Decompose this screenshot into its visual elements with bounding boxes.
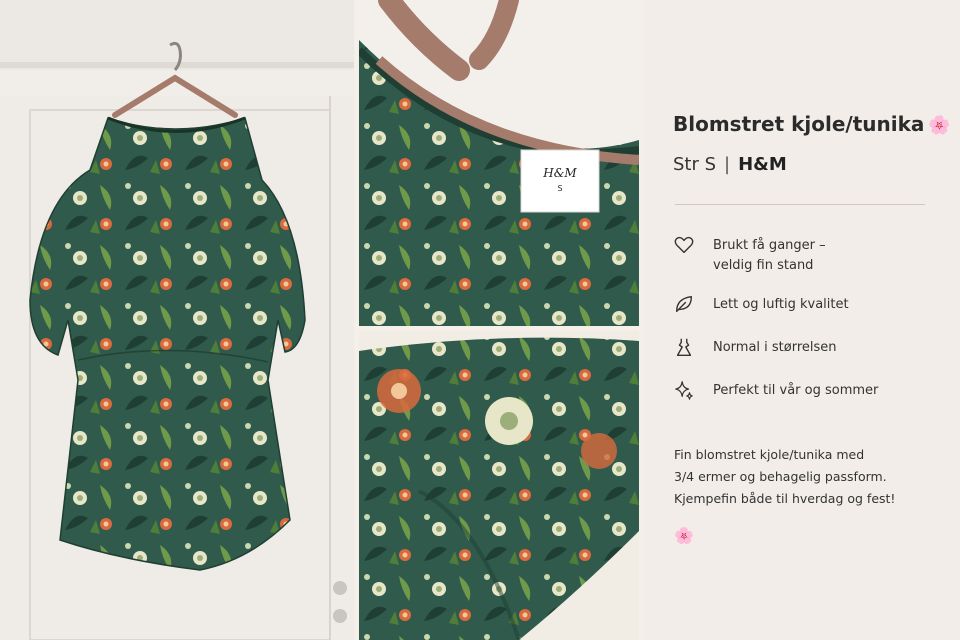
feature-condition: Brukt få ganger – veldig fin stand — [673, 236, 826, 276]
sleeve-closeup-photo — [359, 331, 639, 640]
feature-text: Perfekt til vår og sommer — [713, 383, 879, 398]
heart-icon — [674, 236, 694, 254]
label-brand: H&M — [543, 166, 577, 180]
feature-text: Brukt få ganger – veldig fin stand — [713, 238, 826, 273]
listing-title: Blomstret kjole/tunika 🌸 — [673, 112, 951, 136]
feature-season: Perfekt til vår og sommer — [673, 381, 878, 401]
description: Fin blomstret kjole/tunika med 3/4 ermer… — [674, 447, 896, 506]
feature-fit: Normal i størrelsen — [673, 338, 837, 358]
flower-emoji-icon: 🌸 — [928, 115, 951, 136]
listing-collage: H&M S Blomstret kjole/tunika 🌸 Str S | H&M … — [0, 0, 960, 640]
feature-text: Normal i størrelsen — [713, 340, 837, 355]
feature-quality: Lett og luftig kvalitet — [673, 295, 849, 315]
listing-info-panel: Blomstret kjole/tunika 🌸 Str S | H&M Brukt … — [644, 0, 960, 640]
leaf-icon — [675, 295, 693, 313]
size-text: Str S — [673, 154, 717, 175]
divider — [675, 204, 925, 205]
sparkle-icon — [675, 381, 693, 400]
separator: | — [724, 154, 731, 175]
label-size: S — [557, 184, 563, 193]
size-brand-line: Str S | H&M — [673, 154, 787, 175]
brand-text: H&M — [738, 154, 787, 175]
hm-label: H&M S — [521, 152, 599, 193]
feature-text: Lett og luftig kvalitet — [713, 297, 849, 312]
title-text: Blomstret kjole/tunika — [673, 112, 925, 136]
dress-full-photo — [0, 0, 354, 640]
flower-emoji-icon: 🌸 — [674, 526, 694, 545]
dress-icon — [676, 338, 692, 356]
